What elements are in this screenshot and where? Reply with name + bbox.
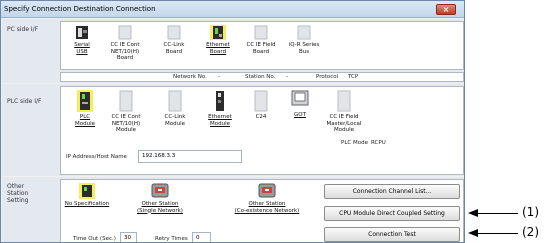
ip-address-label: IP Address/Host Name — [66, 154, 127, 160]
usb-label: USB — [76, 48, 88, 55]
item-label: CC IE Field — [246, 42, 276, 48]
plc-side-section: PLC side I/F PLC Module CC IE Cont NET/1… — [2, 84, 464, 176]
single-network-item[interactable]: Other Station (Single Network) — [129, 183, 191, 214]
cc-ie-cont-module-item[interactable]: CC IE Cont NET/10(H) Module — [109, 90, 143, 134]
cc-ie-field-board-item[interactable]: CC IE Field Board — [245, 25, 277, 55]
protocol-value: TCP — [348, 74, 359, 80]
callout-arrow-2-line — [476, 233, 518, 234]
cc-ie-field-master-icon — [337, 90, 351, 112]
iq-r-series-bus-icon — [297, 25, 311, 40]
serial-usb-icon — [76, 26, 88, 39]
item-label: Board — [209, 48, 227, 55]
item-label: GOT — [294, 112, 306, 118]
co-existence-network-item[interactable]: Other Station (Co-existence Network) — [222, 183, 312, 214]
station-no-value: - — [286, 74, 288, 80]
ethernet-module-icon — [216, 91, 224, 111]
ethernet-board-item[interactable]: Ethernet Board — [203, 25, 233, 55]
close-button[interactable]: × — [436, 4, 456, 15]
no-specification-icon — [79, 183, 95, 199]
no-specification-item[interactable]: No Specification — [62, 183, 112, 208]
cc-ie-field-board-icon — [254, 25, 268, 40]
window-title: Specify Connection Destination Connectio… — [4, 5, 156, 13]
network-no-value: - — [218, 74, 220, 80]
item-label: Board — [252, 48, 270, 55]
ethernet-module-item[interactable]: Ethernet Module — [205, 90, 235, 127]
connection-test-button[interactable]: Connection Test — [324, 227, 460, 242]
callout-arrow-1-line — [476, 213, 518, 214]
connection-dialog: Specify Connection Destination Connectio… — [0, 0, 465, 243]
item-label: C24 — [255, 114, 267, 120]
cc-ie-cont-board-item[interactable]: CC IE Cont NET/10(H) Board — [108, 25, 142, 62]
plc-module-icon — [77, 90, 93, 112]
item-label: CC-Link — [164, 114, 186, 120]
network-info-row: Network No. - Station No. - Protocol TCP — [60, 72, 464, 82]
plc-side-label: PLC side I/F — [7, 98, 42, 105]
plc-mode-label: PLC Mode — [341, 140, 368, 146]
item-label: Module — [165, 120, 185, 127]
item-label: Bus — [298, 48, 310, 55]
item-label: (Single Network) — [137, 207, 183, 214]
title-bar: Specify Connection Destination Connectio… — [1, 1, 464, 18]
item-label: Module — [75, 120, 95, 127]
timeout-label: Time Out (Sec.) — [73, 236, 116, 242]
protocol-label: Protocol — [316, 74, 339, 80]
callout-label-1: (1) — [522, 205, 539, 219]
label-line: Setting — [7, 197, 29, 204]
cc-link-module-item[interactable]: CC-Link Module — [161, 90, 189, 127]
connection-channel-list-button[interactable]: Connection Channel List... — [324, 184, 460, 199]
item-label: Board — [165, 48, 183, 55]
item-label: No Specification — [64, 201, 110, 207]
ethernet-board-icon — [210, 25, 226, 40]
cc-ie-cont-module-icon — [119, 90, 133, 112]
item-label: CC-Link — [163, 42, 185, 48]
cc-link-board-icon — [167, 25, 181, 40]
callout-label-2: (2) — [522, 225, 539, 239]
item-label: iQ-R Series — [288, 42, 320, 48]
cc-ie-cont-board-icon — [118, 25, 132, 40]
cc-link-board-item[interactable]: CC-Link Board — [160, 25, 188, 55]
cpu-module-direct-coupled-button[interactable]: CPU Module Direct Coupled Setting — [324, 206, 460, 221]
plc-module-item[interactable]: PLC Module — [70, 90, 100, 127]
c24-icon — [254, 90, 268, 112]
item-label: CC IE Cont — [110, 42, 140, 48]
label-line: Other — [7, 183, 25, 190]
label-line: Station — [7, 190, 29, 197]
cc-link-module-icon — [168, 90, 182, 112]
cc-ie-field-master-item[interactable]: CC IE Field Master/Local Module — [322, 90, 366, 134]
station-no-label: Station No. — [245, 74, 276, 80]
item-label: (Co-existence Network) — [234, 207, 300, 214]
item-label: Board — [116, 55, 134, 61]
pc-side-section: PC side I/F Serial USB CC IE Cont NET/10… — [2, 19, 464, 83]
item-label: Module — [116, 127, 136, 133]
ip-address-field[interactable]: 192.168.3.3 — [138, 150, 242, 163]
got-item[interactable]: GOT — [289, 90, 311, 119]
plc-mode-value: RCPU — [371, 140, 386, 146]
co-existence-network-icon — [258, 183, 276, 198]
timeout-field[interactable]: 30 — [120, 232, 137, 242]
item-label: CC IE Cont — [111, 114, 141, 120]
network-no-label: Network No. — [173, 74, 207, 80]
item-label: Ethernet — [206, 42, 230, 48]
retry-label: Retry Times — [155, 236, 188, 242]
item-label: Module — [334, 127, 354, 133]
iq-r-series-bus-item[interactable]: iQ-R Series Bus — [287, 25, 321, 55]
got-icon — [291, 90, 309, 106]
item-label: Ethernet — [208, 114, 232, 120]
item-label: Module — [210, 120, 230, 127]
retry-field[interactable]: 0 — [192, 232, 211, 242]
serial-usb-item[interactable]: Serial USB — [68, 25, 96, 55]
single-network-icon — [151, 183, 169, 198]
other-station-label: Other Station Setting — [7, 183, 28, 204]
pc-side-label: PC side I/F — [7, 26, 39, 33]
c24-item[interactable]: C24 — [251, 90, 271, 121]
